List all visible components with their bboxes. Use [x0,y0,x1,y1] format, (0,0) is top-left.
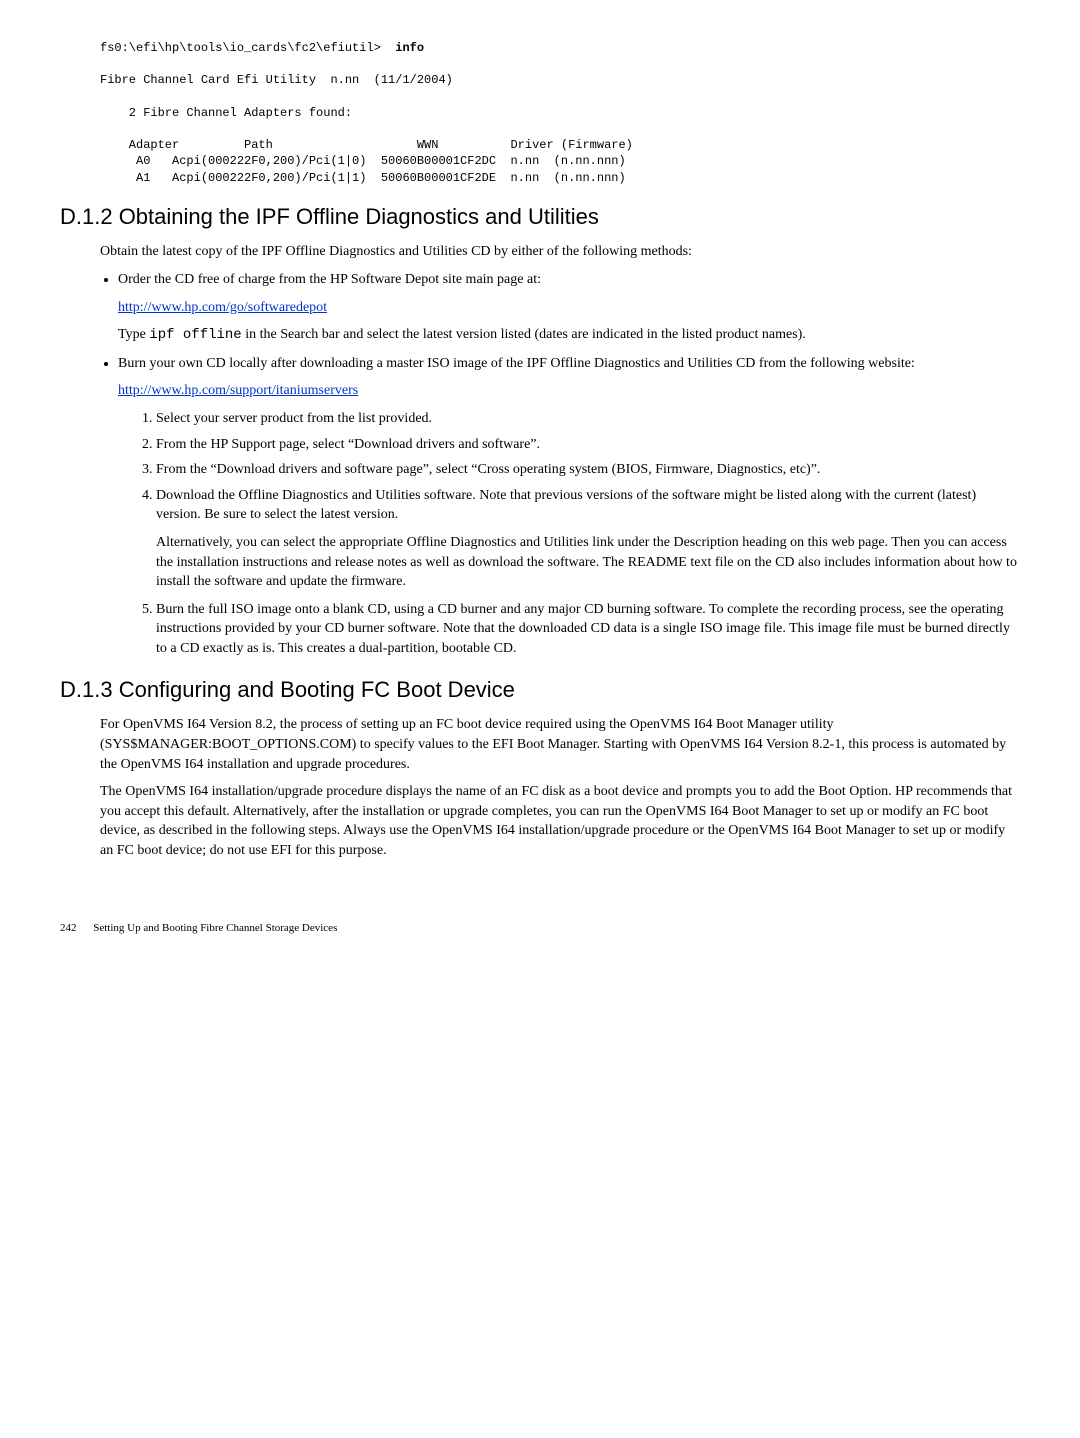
code-line: Adapter Path WWN Driver (Firmware) [100,138,633,152]
terminal-output: fs0:\efi\hp\tools\io_cards\fc2\efiutil> … [100,40,1020,186]
page-number: 242 [60,922,77,934]
list-item: From the “Download drivers and software … [156,460,1020,480]
paragraph: Alternatively, you can select the approp… [156,533,1020,592]
list-item: Download the Offline Diagnostics and Uti… [156,486,1020,592]
page-footer: 242 Setting Up and Booting Fibre Channel… [60,921,1020,936]
numbered-list: Select your server product from the list… [138,409,1020,659]
paragraph: The OpenVMS I64 installation/upgrade pro… [100,782,1020,860]
paragraph: Obtain the latest copy of the IPF Offlin… [100,242,1020,262]
list-item: Select your server product from the list… [156,409,1020,429]
link-itaniumservers[interactable]: http://www.hp.com/support/itaniumservers [118,383,358,398]
footer-title: Setting Up and Booting Fibre Channel Sto… [93,922,337,934]
bullet-list: Order the CD free of charge from the HP … [100,270,1020,659]
prompt: fs0:\efi\hp\tools\io_cards\fc2\efiutil> [100,41,395,55]
paragraph: For OpenVMS I64 Version 8.2, the process… [100,715,1020,774]
heading-d13: D.1.3 Configuring and Booting FC Boot De… [60,675,1020,706]
code-line: A0 Acpi(000222F0,200)/Pci(1|0) 50060B000… [100,154,626,168]
code-line: Fibre Channel Card Efi Utility n.nn (11/… [100,73,453,87]
list-item: Burn the full ISO image onto a blank CD,… [156,600,1020,659]
bullet-text: Burn your own CD locally after downloadi… [118,356,915,371]
code-line: A1 Acpi(000222F0,200)/Pci(1|1) 50060B000… [100,171,626,185]
text: Download the Offline Diagnostics and Uti… [156,488,976,523]
text: in the Search bar and select the latest … [242,327,806,342]
list-item: Burn your own CD locally after downloadi… [118,354,1020,659]
command: info [395,41,424,55]
bullet-text: Order the CD free of charge from the HP … [118,272,541,287]
inline-code: ipf offline [149,327,241,343]
list-item: From the HP Support page, select “Downlo… [156,435,1020,455]
list-item: Order the CD free of charge from the HP … [118,270,1020,346]
link-softwaredepot[interactable]: http://www.hp.com/go/softwaredepot [118,300,327,315]
code-line: 2 Fibre Channel Adapters found: [100,106,352,120]
heading-d12: D.1.2 Obtaining the IPF Offline Diagnost… [60,202,1020,233]
text: Type [118,327,149,342]
